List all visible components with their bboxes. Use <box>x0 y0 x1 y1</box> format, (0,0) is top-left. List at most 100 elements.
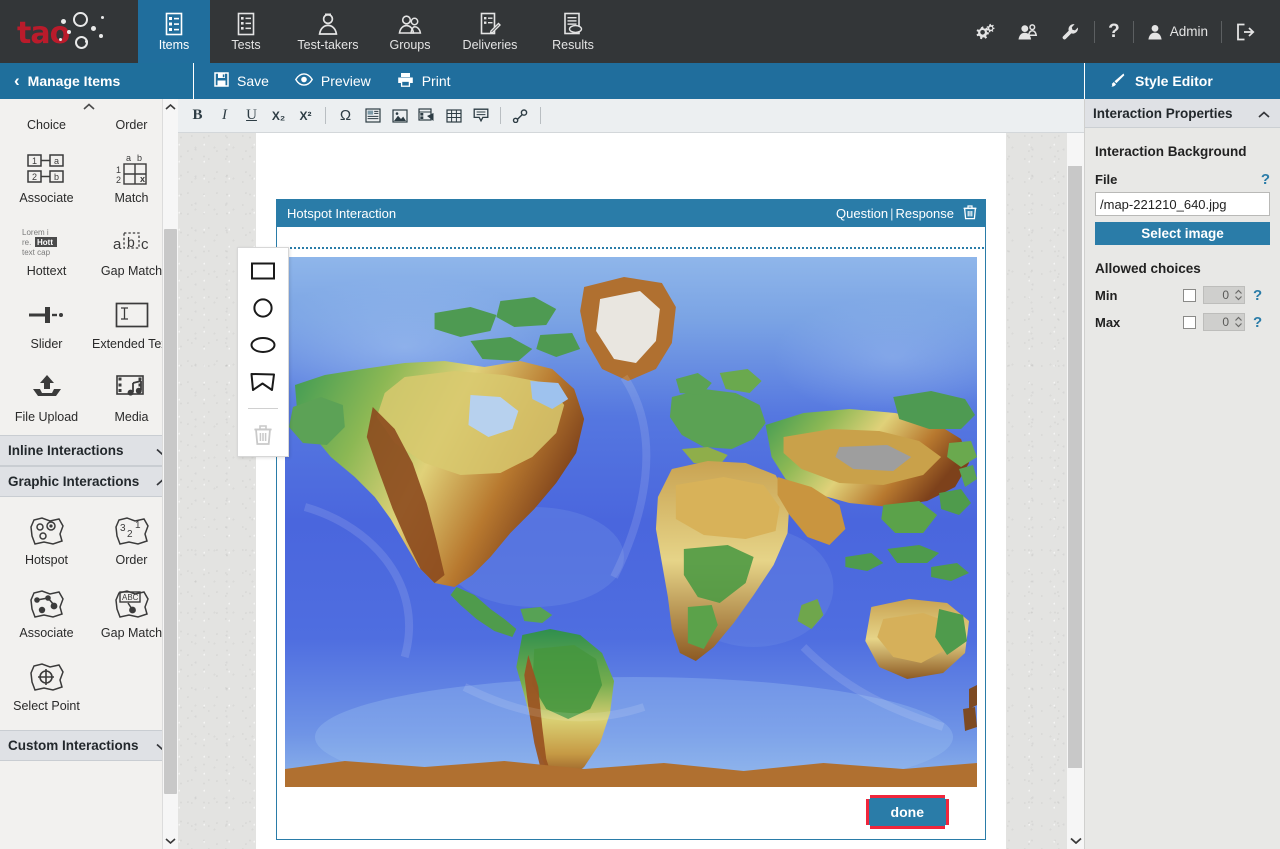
hotspot-interaction-block[interactable]: Hotspot Interaction Question|Response <box>276 199 986 840</box>
section-custom-interactions[interactable]: Custom Interactions <box>0 730 178 761</box>
logo-dot-5 <box>85 40 88 43</box>
tool-slider[interactable]: Slider <box>4 289 89 362</box>
rich-text-toolbar: B I U X₂ X² Ω <box>178 99 1084 133</box>
settings-gears-icon[interactable] <box>962 14 1006 50</box>
nav-item-tests[interactable]: Tests <box>210 0 282 63</box>
sidebar-scroll-up[interactable] <box>0 99 178 113</box>
tool-choice[interactable]: Choice <box>4 113 89 143</box>
svg-text:1: 1 <box>31 156 36 166</box>
hotspot-image-area[interactable] <box>285 257 977 787</box>
graphic-associate-icon <box>26 587 68 621</box>
resize-handle-tr[interactable] <box>945 794 950 799</box>
nav-item-deliveries[interactable]: Deliveries <box>446 0 534 63</box>
section-label: Inline Interactions <box>8 443 124 458</box>
subscript-icon[interactable]: X₂ <box>265 103 292 129</box>
tool-label: Gap Match <box>101 626 162 640</box>
polygon-shape-icon[interactable] <box>248 369 278 395</box>
canvas-scrollbar-thumb[interactable] <box>1068 166 1082 768</box>
save-disk-icon <box>214 72 229 90</box>
canvas-scrollbar[interactable] <box>1067 133 1084 849</box>
tests-list-icon <box>236 12 256 36</box>
nav-item-results[interactable]: Results <box>534 0 612 63</box>
insert-media-icon[interactable] <box>413 103 440 129</box>
question-tab[interactable]: Question <box>836 206 888 221</box>
math-block-icon[interactable] <box>359 103 386 129</box>
print-button[interactable]: Print <box>391 72 471 90</box>
save-button[interactable]: Save <box>208 72 289 90</box>
logo-dot-3 <box>91 26 96 31</box>
tool-graphic-associate[interactable]: Associate <box>4 578 89 651</box>
nav-item-test-takers[interactable]: Test-takers <box>282 0 374 63</box>
rectangle-shape-icon[interactable] <box>248 258 278 284</box>
stepper-arrows[interactable] <box>1232 287 1244 303</box>
person-icon <box>317 12 339 36</box>
underline-glyph: U <box>246 107 257 124</box>
superscript-icon[interactable]: X² <box>292 103 319 129</box>
select-image-button[interactable]: Select image <box>1095 222 1270 245</box>
underline-icon[interactable]: U <box>238 103 265 129</box>
user-menu[interactable]: Admin <box>1136 14 1219 50</box>
svg-text:a: a <box>53 156 58 166</box>
item-canvas[interactable]: Hotspot Interaction Question|Response <box>178 133 1084 849</box>
special-char-icon[interactable]: Ω <box>332 103 359 129</box>
nav-item-groups[interactable]: Groups <box>374 0 446 63</box>
help-question-icon[interactable]: ? <box>1097 14 1131 50</box>
trash-icon[interactable] <box>248 422 278 448</box>
response-tab[interactable]: Response <box>895 206 954 221</box>
manage-items-back-button[interactable]: ‹ Manage Items <box>0 63 194 99</box>
sidebar-scrollbar[interactable] <box>162 99 178 849</box>
tool-file-upload[interactable]: File Upload <box>4 362 89 435</box>
help-question-icon[interactable]: ? <box>1253 314 1262 331</box>
logout-icon[interactable] <box>1224 14 1266 50</box>
canvas-scroll-down-arrow[interactable] <box>1067 831 1084 849</box>
bold-icon[interactable]: B <box>184 103 211 129</box>
wrench-icon[interactable] <box>1050 14 1092 50</box>
circle-shape-icon[interactable] <box>248 295 278 321</box>
done-button[interactable]: done <box>866 795 949 829</box>
insert-comment-icon[interactable] <box>467 103 494 129</box>
scroll-down-arrow[interactable] <box>163 833 178 849</box>
chevron-left-icon: ‹ <box>14 71 20 91</box>
resize-handle-tl[interactable] <box>865 794 870 799</box>
shape-tool-palette <box>237 247 289 457</box>
tao-logo[interactable]: tao <box>0 0 138 63</box>
resize-handle-bl[interactable] <box>865 825 870 830</box>
ellipse-shape-icon[interactable] <box>248 332 278 358</box>
preview-button[interactable]: Preview <box>289 73 391 89</box>
file-input[interactable] <box>1095 192 1270 216</box>
insert-link-icon[interactable] <box>507 103 534 129</box>
style-editor-button[interactable]: Style Editor <box>1084 63 1280 99</box>
resize-handle-br[interactable] <box>945 825 950 830</box>
scroll-up-arrow[interactable] <box>163 99 178 115</box>
interaction-prompt[interactable] <box>278 227 984 249</box>
max-checkbox[interactable] <box>1183 316 1196 329</box>
insert-table-icon[interactable] <box>440 103 467 129</box>
properties-body: Interaction Background File ? Select ima… <box>1085 128 1280 331</box>
preview-label: Preview <box>321 73 371 89</box>
section-inline-interactions[interactable]: Inline Interactions <box>0 435 178 466</box>
svg-text:ABC: ABC <box>122 593 139 602</box>
file-upload-icon <box>30 371 64 405</box>
scrollbar-thumb[interactable] <box>164 229 177 794</box>
stepper-arrows[interactable] <box>1232 314 1244 330</box>
min-stepper[interactable]: 0 <box>1203 286 1245 304</box>
trash-icon[interactable] <box>963 205 977 223</box>
section-graphic-interactions[interactable]: Graphic Interactions <box>0 466 178 497</box>
min-checkbox[interactable] <box>1183 289 1196 302</box>
insert-image-icon[interactable] <box>386 103 413 129</box>
tool-label: Match <box>114 191 148 205</box>
help-question-icon[interactable]: ? <box>1261 171 1270 188</box>
nav-item-items[interactable]: Items <box>138 0 210 63</box>
interaction-properties-header[interactable]: Interaction Properties <box>1085 99 1280 128</box>
world-topographic-map[interactable] <box>285 257 977 787</box>
hottext-icon: Lorem ire.Hotttext cap <box>20 225 74 259</box>
tool-hottext[interactable]: Lorem ire.Hotttext cap Hottext <box>4 216 89 289</box>
help-question-icon[interactable]: ? <box>1253 287 1262 304</box>
tool-graphic-hotspot[interactable]: Hotspot <box>4 505 89 578</box>
italic-icon[interactable]: I <box>211 103 238 129</box>
tool-associate[interactable]: 1a2b Associate <box>4 143 89 216</box>
user-roles-icon[interactable] <box>1006 14 1050 50</box>
tool-graphic-select-point[interactable]: Select Point <box>4 651 89 724</box>
max-stepper[interactable]: 0 <box>1203 313 1245 331</box>
divider <box>1094 21 1095 43</box>
